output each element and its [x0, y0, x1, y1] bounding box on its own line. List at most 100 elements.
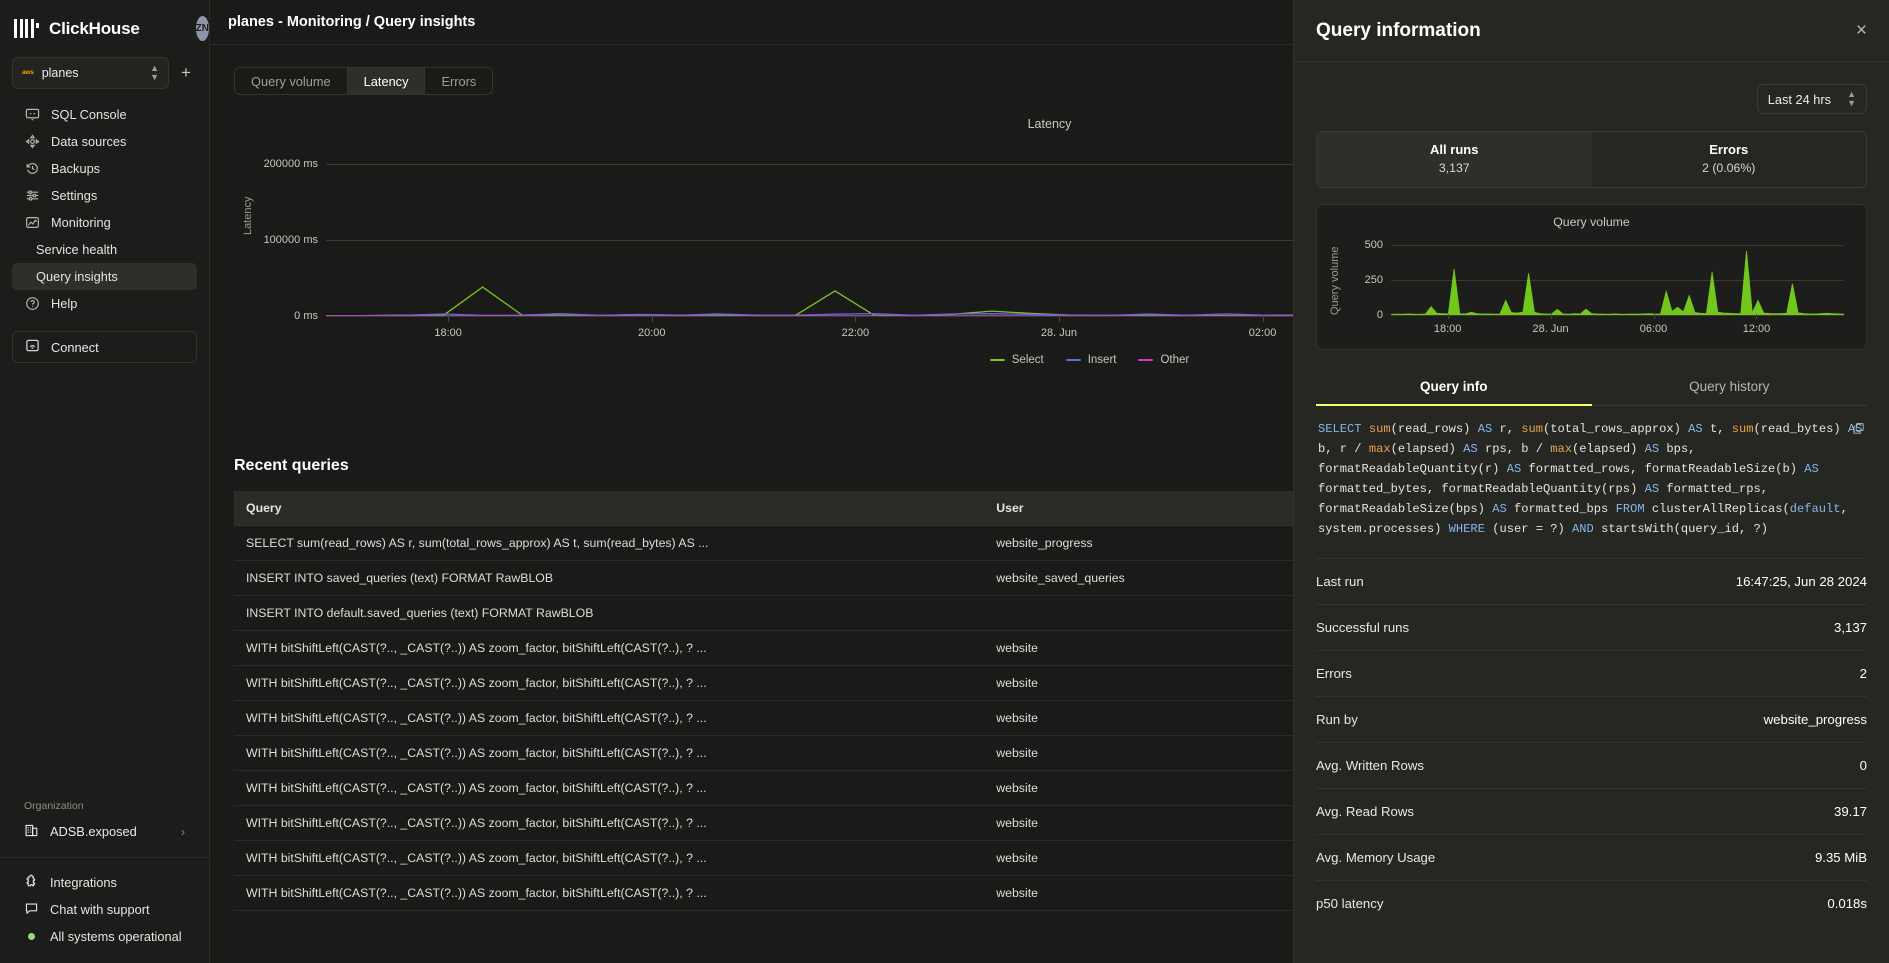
legend-item-insert[interactable]: Insert — [1066, 354, 1117, 366]
legend-swatch-other — [1138, 359, 1153, 361]
brand-header: ClickHouse ZN — [0, 0, 209, 53]
sidebar-item-label: Monitoring — [51, 215, 111, 230]
detail-row: Successful runs3,137 — [1316, 604, 1867, 650]
sidebar-item-help[interactable]: Help — [12, 290, 197, 317]
query-cell: WITH bitShiftLeft(CAST(?.., _CAST(?..)) … — [234, 771, 984, 806]
legend-label: Insert — [1088, 354, 1117, 366]
query-cell: WITH bitShiftLeft(CAST(?.., _CAST(?..)) … — [234, 631, 984, 666]
time-range-value: Last 24 hrs — [1768, 92, 1831, 107]
query-cell: WITH bitShiftLeft(CAST(?.., _CAST(?..)) … — [234, 806, 984, 841]
query-cell: WITH bitShiftLeft(CAST(?.., _CAST(?..)) … — [234, 841, 984, 876]
x-axis-tick — [448, 315, 449, 322]
x-axis-tick-label: 18:00 — [434, 327, 462, 339]
x-axis-tick-label: 12:00 — [1743, 323, 1771, 335]
detail-value: 16:47:25, Jun 28 2024 — [1736, 574, 1867, 589]
detail-row: Last run16:47:25, Jun 28 2024 — [1316, 558, 1867, 604]
service-select[interactable]: aws planes ▲▼ — [12, 57, 169, 89]
query-volume-plot-area: 025050018:0028. Jun06:0012:00 — [1391, 237, 1844, 315]
stat-tab-errors[interactable]: Errors 2 (0.06%) — [1592, 132, 1867, 187]
x-axis-tick-label: 28. Jun — [1041, 327, 1077, 339]
copy-icon[interactable] — [1852, 422, 1865, 443]
query-details-list: Last run16:47:25, Jun 28 2024Successful … — [1316, 558, 1867, 926]
query-cell: INSERT INTO saved_queries (text) FORMAT … — [234, 561, 984, 596]
sidebar-item-sql-console[interactable]: SQL Console — [12, 101, 197, 128]
sidebar-nav: SQL Console Data sources Backups Setting… — [0, 101, 209, 317]
sidebar-item-settings[interactable]: Settings — [12, 182, 197, 209]
user-cell: website — [984, 736, 1310, 771]
x-axis-tick — [1551, 314, 1552, 319]
y-axis-tick-label: 500 — [1365, 239, 1383, 251]
avatar[interactable]: ZN — [196, 16, 209, 41]
detail-label: Avg. Written Rows — [1316, 758, 1424, 773]
detail-label: Avg. Read Rows — [1316, 804, 1414, 819]
sql-console-icon — [24, 107, 40, 123]
stat-label: Errors — [1592, 142, 1867, 157]
organization-name: ADSB.exposed — [50, 824, 137, 839]
detail-value: 0 — [1860, 758, 1867, 773]
time-range-row: Last 24 hrs ▲▼ — [1316, 62, 1867, 114]
sidebar-item-system-status[interactable]: All systems operational — [0, 924, 209, 949]
legend-item-select[interactable]: Select — [990, 354, 1044, 366]
sidebar-item-backups[interactable]: Backups — [12, 155, 197, 182]
connect-icon — [25, 338, 40, 356]
user-cell: website — [984, 771, 1310, 806]
query-cell: WITH bitShiftLeft(CAST(?.., _CAST(?..)) … — [234, 736, 984, 771]
x-axis-tick-label: 22:00 — [842, 327, 870, 339]
tab-query-history[interactable]: Query history — [1592, 368, 1868, 405]
detail-row: Run bywebsite_progress — [1316, 696, 1867, 742]
query-volume-chart-title: Query volume — [1331, 215, 1852, 229]
detail-row: Avg. Memory Usage 9.35 MiB — [1316, 834, 1867, 880]
y-axis-tick-label: 200000 ms — [264, 158, 318, 170]
sidebar-item-integrations[interactable]: Integrations — [0, 870, 209, 895]
organization-item[interactable]: ADSB.exposed › — [12, 818, 197, 845]
sidebar-item-label: Backups — [51, 161, 100, 176]
detail-label: Avg. Memory Usage — [1316, 850, 1435, 865]
legend-item-other[interactable]: Other — [1138, 354, 1189, 366]
tab-query-info[interactable]: Query info — [1316, 368, 1592, 405]
close-icon[interactable]: × — [1856, 21, 1867, 40]
query-cell: WITH bitShiftLeft(CAST(?.., _CAST(?..)) … — [234, 876, 984, 911]
app-root: ClickHouse ZN aws planes ▲▼ + SQL Consol… — [0, 0, 1889, 963]
tab-latency[interactable]: Latency — [348, 68, 426, 94]
y-axis-tick-label: 0 — [1377, 309, 1383, 321]
add-service-button[interactable]: + — [175, 62, 197, 84]
column-header-query[interactable]: Query — [234, 491, 984, 526]
sidebar-footer-label: All systems operational — [50, 929, 182, 944]
detail-value: 9.35 MiB — [1815, 850, 1867, 865]
x-axis-tick-label: 06:00 — [1640, 323, 1668, 335]
query-sql-text: SELECT sum(read_rows) AS r, sum(total_ro… — [1318, 420, 1865, 540]
data-sources-icon — [24, 134, 40, 150]
detail-row: Avg. Written Rows 0 — [1316, 742, 1867, 788]
time-range-select[interactable]: Last 24 hrs ▲▼ — [1757, 84, 1867, 114]
detail-label: Errors — [1316, 666, 1352, 681]
help-icon — [24, 296, 40, 312]
page-title: planes - Monitoring / Query insights — [228, 14, 475, 30]
tab-query-volume[interactable]: Query volume — [235, 68, 348, 94]
sidebar-item-service-health[interactable]: Service health — [12, 236, 197, 263]
monitoring-icon — [24, 215, 40, 231]
chevron-updown-icon: ▲▼ — [150, 64, 159, 82]
chevron-updown-icon: ▲▼ — [1847, 90, 1856, 108]
detail-label: p50 latency — [1316, 896, 1383, 911]
connect-label: Connect — [51, 340, 99, 355]
latency-y-axis-label: Latency — [242, 196, 254, 235]
column-header-user[interactable]: User — [984, 491, 1310, 526]
query-cell: SELECT sum(read_rows) AS r, sum(total_ro… — [234, 526, 984, 561]
connect-button[interactable]: Connect — [12, 331, 197, 363]
backups-icon — [24, 161, 40, 177]
x-axis: 18:0028. Jun06:0012:00 — [1391, 314, 1844, 315]
sidebar-item-chat-support[interactable]: Chat with support — [0, 897, 209, 922]
user-cell: website — [984, 876, 1310, 911]
sidebar-spacer — [0, 363, 209, 800]
sidebar-item-data-sources[interactable]: Data sources — [12, 128, 197, 155]
stat-tab-all-runs[interactable]: All runs 3,137 — [1317, 132, 1592, 187]
sidebar-item-query-insights[interactable]: Query insights — [12, 263, 197, 290]
x-axis-tick — [1263, 315, 1264, 322]
x-axis-tick — [1059, 315, 1060, 322]
metric-tabs: Query volume Latency Errors — [234, 67, 493, 95]
detail-value: 3,137 — [1834, 620, 1867, 635]
tab-errors[interactable]: Errors — [425, 68, 492, 94]
sidebar-item-monitoring[interactable]: Monitoring — [12, 209, 197, 236]
sidebar: ClickHouse ZN aws planes ▲▼ + SQL Consol… — [0, 0, 210, 963]
detail-label: Run by — [1316, 712, 1358, 727]
